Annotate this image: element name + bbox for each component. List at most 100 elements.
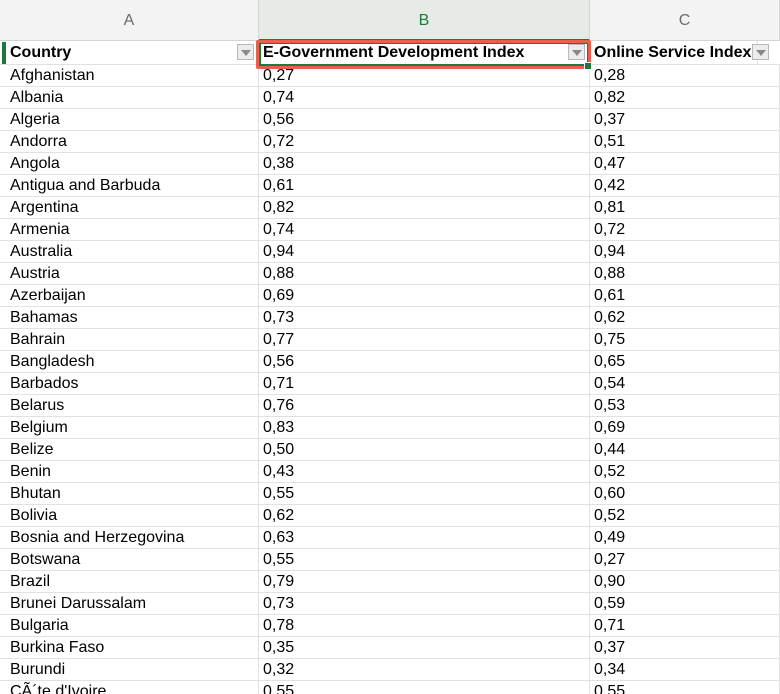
cell-egdi[interactable]: 0,73 (259, 593, 590, 614)
cell-country[interactable]: Benin (0, 461, 259, 482)
cell-osi[interactable]: 0,37 (590, 637, 780, 658)
cell-country[interactable]: CÃ´te d'Ivoire (0, 681, 259, 694)
cell-country[interactable]: Brazil (0, 571, 259, 592)
cell-egdi[interactable]: 0,61 (259, 175, 590, 196)
cell-country[interactable]: Antigua and Barbuda (0, 175, 259, 196)
cell-country[interactable]: Austria (0, 263, 259, 284)
cell-osi[interactable]: 0,55 (590, 681, 780, 694)
cell-country[interactable]: Botswana (0, 549, 259, 570)
cell-country[interactable]: Belize (0, 439, 259, 460)
cell-country[interactable]: Burkina Faso (0, 637, 259, 658)
cell-egdi[interactable]: 0,55 (259, 483, 590, 504)
cell-osi[interactable]: 0,61 (590, 285, 780, 306)
cell-egdi[interactable]: 0,72 (259, 131, 590, 152)
cell-egdi[interactable]: 0,35 (259, 637, 590, 658)
cell-osi[interactable]: 0,69 (590, 417, 780, 438)
filter-dropdown-icon[interactable] (237, 44, 254, 60)
cell-osi[interactable]: 0,34 (590, 659, 780, 680)
header-cell-osi[interactable]: Online Service Index (590, 41, 758, 64)
cell-egdi[interactable]: 0,55 (259, 681, 590, 694)
cell-country[interactable]: Barbados (0, 373, 259, 394)
cell-egdi[interactable]: 0,62 (259, 505, 590, 526)
column-header-c[interactable]: C (590, 0, 780, 40)
cell-egdi[interactable]: 0,78 (259, 615, 590, 636)
cell-country[interactable]: Belarus (0, 395, 259, 416)
cell-egdi[interactable]: 0,73 (259, 307, 590, 328)
cell-country[interactable]: Australia (0, 241, 259, 262)
header-cell-egdi[interactable]: E-Government Development Index (259, 41, 590, 64)
cell-osi[interactable]: 0,81 (590, 197, 780, 218)
cell-osi[interactable]: 0,75 (590, 329, 780, 350)
cell-osi[interactable]: 0,82 (590, 87, 780, 108)
cell-osi[interactable]: 0,51 (590, 131, 780, 152)
cell-osi[interactable]: 0,53 (590, 395, 780, 416)
cell-egdi[interactable]: 0,88 (259, 263, 590, 284)
cell-country[interactable]: Burundi (0, 659, 259, 680)
cell-country[interactable]: Bhutan (0, 483, 259, 504)
column-header-b[interactable]: B (259, 0, 590, 41)
cell-osi[interactable]: 0,52 (590, 461, 780, 482)
filter-dropdown-icon[interactable] (752, 44, 769, 60)
header-cell-country[interactable]: Country (0, 41, 259, 64)
cell-osi[interactable]: 0,28 (590, 65, 780, 86)
cell-osi[interactable]: 0,72 (590, 219, 780, 240)
cell-egdi[interactable]: 0,77 (259, 329, 590, 350)
cell-osi[interactable]: 0,71 (590, 615, 780, 636)
table-row: Benin 0,43 0,52 (0, 461, 780, 483)
cell-egdi[interactable]: 0,27 (259, 65, 590, 86)
cell-country[interactable]: Andorra (0, 131, 259, 152)
cell-egdi[interactable]: 0,69 (259, 285, 590, 306)
cell-egdi[interactable]: 0,56 (259, 109, 590, 130)
cell-osi[interactable]: 0,94 (590, 241, 780, 262)
cell-osi[interactable]: 0,44 (590, 439, 780, 460)
cell-country[interactable]: Argentina (0, 197, 259, 218)
cell-country[interactable]: Belgium (0, 417, 259, 438)
cell-country[interactable]: Bosnia and Herzegovina (0, 527, 259, 548)
cell-osi[interactable]: 0,90 (590, 571, 780, 592)
cell-osi[interactable]: 0,62 (590, 307, 780, 328)
cell-country[interactable]: Brunei Darussalam (0, 593, 259, 614)
cell-egdi[interactable]: 0,74 (259, 219, 590, 240)
cell-osi[interactable]: 0,52 (590, 505, 780, 526)
cell-country[interactable]: Algeria (0, 109, 259, 130)
cell-egdi[interactable]: 0,55 (259, 549, 590, 570)
cell-osi[interactable]: 0,37 (590, 109, 780, 130)
cell-osi[interactable]: 0,47 (590, 153, 780, 174)
cell-country[interactable]: Azerbaijan (0, 285, 259, 306)
cell-osi[interactable]: 0,49 (590, 527, 780, 548)
cell-egdi[interactable]: 0,83 (259, 417, 590, 438)
column-header-a[interactable]: A (0, 0, 259, 40)
cell-osi[interactable]: 0,65 (590, 351, 780, 372)
cell-country[interactable]: Bahamas (0, 307, 259, 328)
table-row: Bahrain 0,77 0,75 (0, 329, 780, 351)
cell-country[interactable]: Afghanistan (0, 65, 259, 86)
cell-country[interactable]: Bahrain (0, 329, 259, 350)
cell-country[interactable]: Bangladesh (0, 351, 259, 372)
fill-handle[interactable] (584, 62, 592, 70)
cell-egdi[interactable]: 0,71 (259, 373, 590, 394)
cell-osi[interactable]: 0,54 (590, 373, 780, 394)
cell-country[interactable]: Albania (0, 87, 259, 108)
cell-egdi[interactable]: 0,32 (259, 659, 590, 680)
cell-egdi[interactable]: 0,56 (259, 351, 590, 372)
cell-osi[interactable]: 0,27 (590, 549, 780, 570)
cell-country[interactable]: Angola (0, 153, 259, 174)
cell-egdi[interactable]: 0,94 (259, 241, 590, 262)
cell-egdi[interactable]: 0,79 (259, 571, 590, 592)
cell-egdi[interactable]: 0,74 (259, 87, 590, 108)
cell-osi[interactable]: 0,60 (590, 483, 780, 504)
cell-egdi[interactable]: 0,38 (259, 153, 590, 174)
filter-dropdown-icon[interactable] (568, 44, 585, 60)
cell-country[interactable]: Armenia (0, 219, 259, 240)
cell-country[interactable]: Bulgaria (0, 615, 259, 636)
table-row: Belarus 0,76 0,53 (0, 395, 780, 417)
cell-egdi[interactable]: 0,63 (259, 527, 590, 548)
cell-egdi[interactable]: 0,43 (259, 461, 590, 482)
cell-country[interactable]: Bolivia (0, 505, 259, 526)
cell-egdi[interactable]: 0,82 (259, 197, 590, 218)
cell-osi[interactable]: 0,42 (590, 175, 780, 196)
cell-egdi[interactable]: 0,76 (259, 395, 590, 416)
cell-osi[interactable]: 0,88 (590, 263, 780, 284)
cell-egdi[interactable]: 0,50 (259, 439, 590, 460)
cell-osi[interactable]: 0,59 (590, 593, 780, 614)
